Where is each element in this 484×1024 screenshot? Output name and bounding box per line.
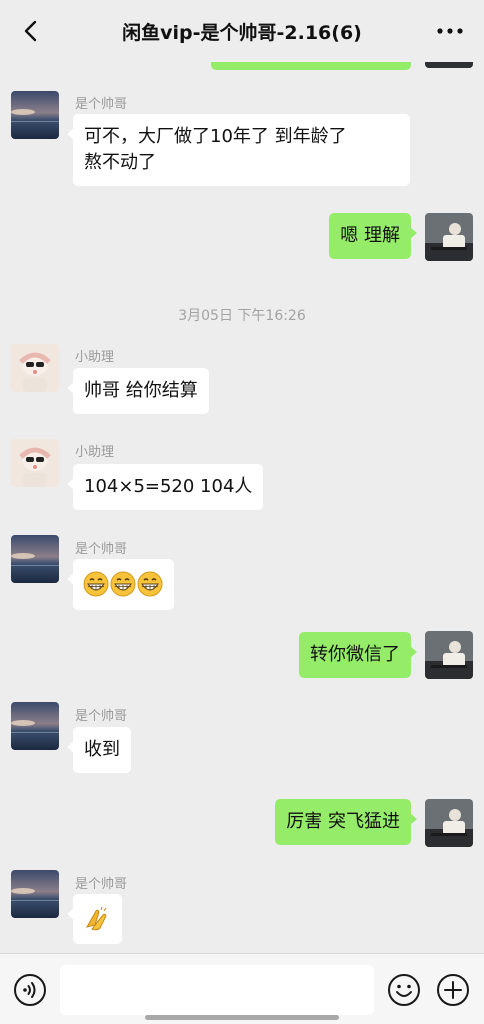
- home-indicator: [145, 1015, 339, 1020]
- message-bubble[interactable]: 收到: [67, 727, 131, 773]
- input-bar: [0, 953, 484, 1024]
- message-text: 厉害 突飞猛进: [286, 811, 400, 832]
- message-text: 收到: [84, 739, 120, 760]
- chat-header: 闲鱼vip-是个帅哥-2.16(6): [0, 0, 484, 62]
- message-text: 转你微信了: [310, 644, 400, 665]
- emoji-icon: [388, 974, 420, 1006]
- sender-name: 小助理: [75, 350, 115, 365]
- back-button[interactable]: [14, 14, 48, 48]
- message-text-line: 可不，大厂做了10年了 到年龄了: [84, 126, 347, 147]
- clapping-hands-emoji: [83, 905, 111, 941]
- sender-name: 是个帅哥: [75, 709, 128, 724]
- sender-avatar[interactable]: [11, 535, 59, 583]
- chat-area[interactable]: 是个帅哥 可不，大厂做了10年了 到年龄了 熬不动了 嗯 理解 3月05日 下午…: [0, 0, 484, 953]
- message-text: 104×5=520 104人: [84, 476, 253, 497]
- my-avatar[interactable]: [425, 213, 473, 261]
- plus-icon: [437, 974, 469, 1006]
- message-bubble[interactable]: 嗯 理解: [329, 213, 417, 259]
- message-bubble[interactable]: 104×5=520 104人: [66, 464, 264, 510]
- sender-name: 小助理: [75, 445, 115, 460]
- chat-title: 闲鱼vip-是个帅哥-2.16(6): [122, 21, 362, 44]
- sender-avatar[interactable]: [11, 702, 59, 750]
- my-avatar[interactable]: [425, 631, 473, 679]
- my-avatar[interactable]: [425, 799, 473, 847]
- sender-avatar[interactable]: [11, 870, 59, 918]
- message-bubble[interactable]: [67, 559, 174, 610]
- chevron-left-icon: [24, 20, 37, 42]
- message-text-line: 熬不动了: [84, 152, 156, 173]
- emoji-button[interactable]: [387, 973, 421, 1007]
- message-input[interactable]: [60, 965, 374, 1015]
- voice-icon: [14, 974, 46, 1006]
- message-bubble[interactable]: 厉害 突飞猛进: [275, 799, 417, 845]
- grinning-face-emoji: [110, 571, 136, 605]
- message-bubble[interactable]: 转你微信了: [299, 632, 417, 678]
- grinning-face-emoji: [83, 571, 109, 605]
- message-bubble[interactable]: 帅哥 给你结算: [67, 368, 209, 414]
- message-text: 嗯 理解: [340, 225, 400, 246]
- message-text: 帅哥 给你结算: [84, 380, 198, 401]
- more-button[interactable]: [430, 14, 470, 48]
- voice-button[interactable]: [13, 973, 47, 1007]
- assistant-avatar[interactable]: [11, 344, 59, 392]
- more-dots-icon: [437, 28, 463, 34]
- sender-avatar[interactable]: [11, 91, 59, 139]
- sender-name: 是个帅哥: [75, 542, 128, 557]
- timestamp: 3月05日 下午16:26: [178, 308, 306, 324]
- message-bubble[interactable]: [67, 894, 122, 944]
- plus-button[interactable]: [436, 973, 470, 1007]
- sender-name: 是个帅哥: [75, 877, 128, 892]
- message-bubble[interactable]: 可不，大厂做了10年了 到年龄了 熬不动了: [67, 114, 410, 186]
- grinning-face-emoji: [137, 571, 163, 605]
- sender-name: 是个帅哥: [75, 97, 128, 112]
- assistant-avatar[interactable]: [11, 439, 59, 487]
